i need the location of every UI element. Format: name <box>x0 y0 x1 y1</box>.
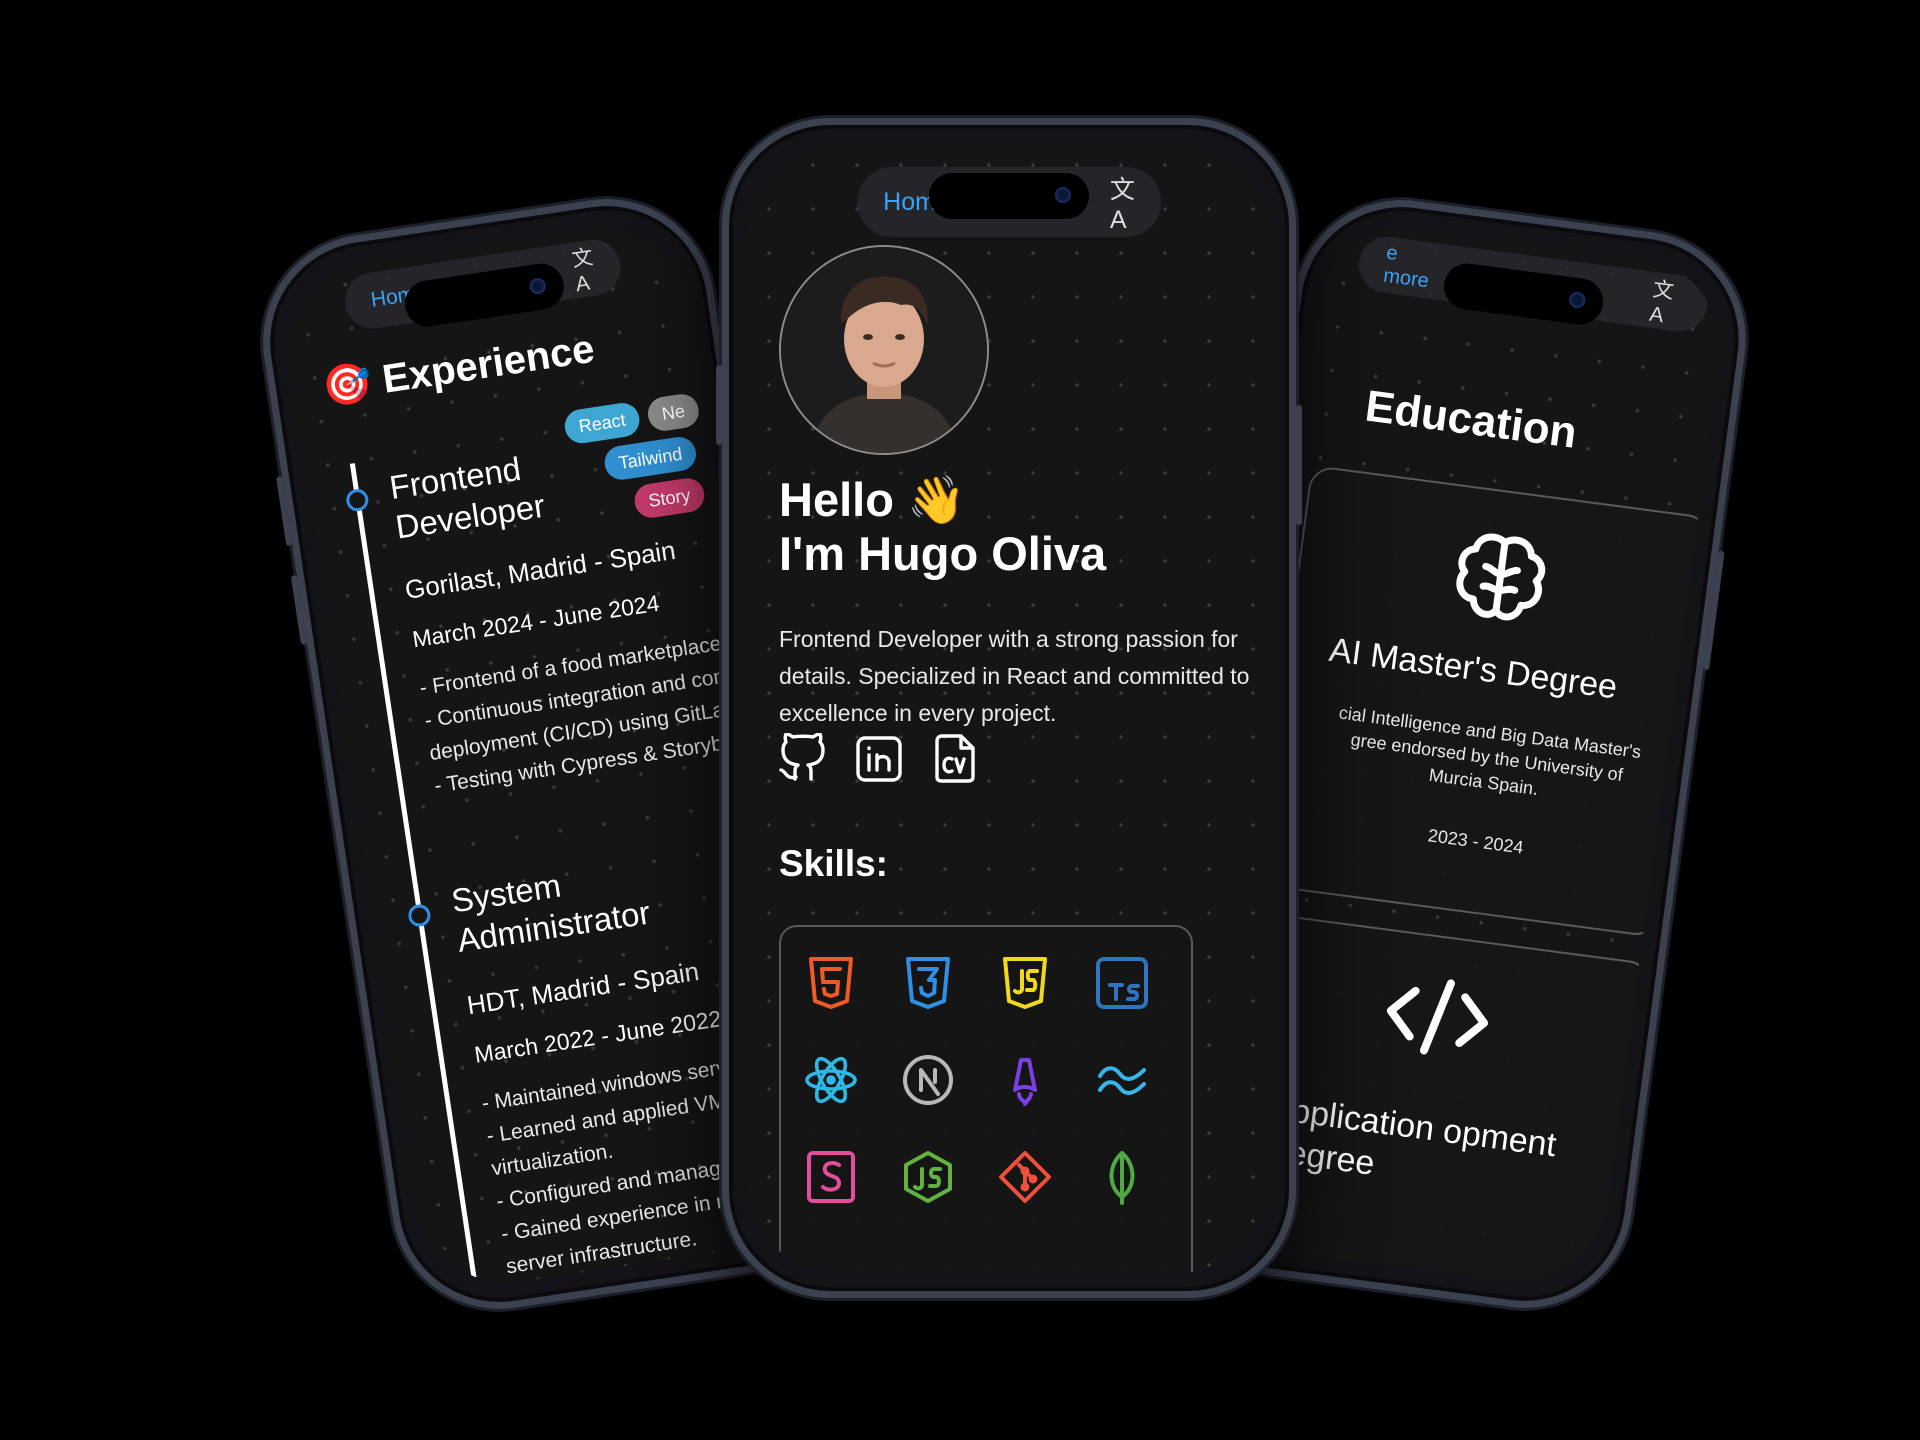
nextjs-icon <box>903 1055 953 1105</box>
html5-icon <box>809 957 853 1009</box>
translate-icon[interactable]: 文A <box>1648 273 1685 330</box>
volume-button <box>290 574 308 646</box>
translate-icon[interactable]: 文A <box>1110 170 1135 235</box>
volume-button <box>275 476 293 547</box>
phone-home: Home 文A Hello 👋 I'm Hugo Oliva Frontend … <box>716 118 1302 1298</box>
job-title: System Administrator <box>448 866 653 959</box>
brain-icon <box>1456 533 1546 621</box>
degree-title: AI Master's Degree <box>1326 630 1620 707</box>
skills-card <box>779 925 1193 1273</box>
nav-more-link[interactable]: e more <box>1382 242 1441 295</box>
education-heading: Education <box>1362 381 1580 458</box>
skills-heading: Skills: <box>779 843 888 884</box>
linkedin-icon[interactable] <box>855 733 903 783</box>
education-card: AI Master's Degree cial Intelligence and… <box>1256 464 1713 938</box>
degree-title: Application opment Degree <box>1261 1088 1559 1183</box>
wave-icon: 👋 <box>906 473 966 526</box>
timeline-dot <box>344 487 370 513</box>
job-title: Frontend Developer <box>387 449 548 546</box>
experience-heading: 🎯 Experience <box>319 326 598 411</box>
power-button <box>1296 405 1302 525</box>
hero-heading: Hello 👋 I'm Hugo Oliva <box>779 473 1107 580</box>
tailwind-icon <box>1098 1066 1146 1095</box>
tag-storybook: Story <box>632 475 707 520</box>
javascript-icon <box>1003 957 1047 1009</box>
git-icon <box>999 1151 1051 1203</box>
translate-icon[interactable]: 文A <box>570 241 599 298</box>
skills-grid <box>803 955 1150 1205</box>
hero-intro: Frontend Developer with a strong passion… <box>779 626 1250 726</box>
code-icon <box>1386 979 1489 1055</box>
mongodb-icon <box>1109 1151 1135 1205</box>
timeline-dot <box>406 903 432 929</box>
nodejs-icon <box>904 1151 952 1203</box>
react-icon <box>805 1056 857 1104</box>
degree-description: cial Intelligence and Big Data Master's … <box>1337 702 1643 800</box>
volume-button <box>716 365 722 445</box>
social-links <box>779 732 979 783</box>
tag-next: Ne <box>645 391 702 434</box>
css3-icon <box>906 957 950 1009</box>
github-icon[interactable] <box>779 732 827 783</box>
typescript-icon <box>1096 957 1148 1009</box>
avatar <box>779 245 989 455</box>
power-button <box>1703 550 1725 671</box>
astro-icon <box>1013 1058 1037 1106</box>
dynamic-island <box>929 173 1089 219</box>
target-icon: 🎯 <box>319 359 376 411</box>
profile-photo <box>781 247 987 453</box>
sass-icon <box>807 1151 855 1203</box>
degree-years: 2023 - 2024 <box>1426 825 1525 858</box>
home-screen: Home 文A Hello 👋 I'm Hugo Oliva Frontend … <box>747 143 1271 1273</box>
cv-icon[interactable] <box>931 733 979 783</box>
